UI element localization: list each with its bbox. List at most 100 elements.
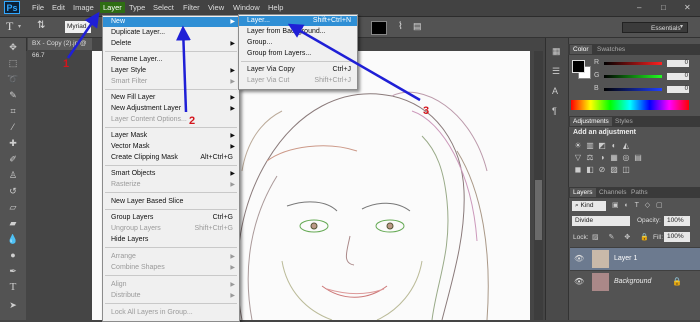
lock-icons[interactable]: ▨ ✎ ✥ 🔒 [592,233,653,241]
tab-color[interactable]: Color [570,45,592,54]
history-brush-tool-icon[interactable]: ↺ [7,186,19,196]
tab-layers[interactable]: Layers [570,188,596,197]
levels-icon[interactable]: ▥ [586,142,594,150]
font-family-field[interactable]: Myriad [65,21,91,33]
menu-image[interactable]: Image [73,3,94,12]
tab-swatches[interactable]: Swatches [594,45,628,54]
menu-item-smart-objects[interactable]: Smart Objects ▶ [103,169,239,179]
channel-mixer-icon[interactable]: ◎ [622,154,630,162]
layer-row-layer-1[interactable]: 👁 Layer 1 [570,247,700,270]
menu-item-rename-layer[interactable]: Rename Layer... [103,55,239,65]
visibility-eye-icon[interactable]: 👁 [574,254,584,263]
menu-item-vector-mask[interactable]: Vector Mask ▶ [103,142,239,152]
red-value-field[interactable]: 0 [667,60,689,67]
gradient-map-icon[interactable]: ▨ [610,166,618,174]
submenu-item-layer-via-copy[interactable]: Layer Via Copy Ctrl+J [239,65,357,75]
warp-text-icon[interactable]: ⌇ [398,21,403,32]
menu-item-delete[interactable]: Delete ▶ [103,39,239,49]
visibility-eye-icon[interactable]: 👁 [574,277,584,286]
tab-channels[interactable]: Channels [596,188,629,197]
character-panel-icon[interactable]: ▤ [413,21,422,32]
menu-item-layer-content-options[interactable]: Layer Content Options... [103,115,239,125]
blur-tool-icon[interactable]: 💧 [7,234,19,244]
layer-row-background[interactable]: 👁 Background 🔒 [570,270,700,293]
submenu-item-group[interactable]: Group... [239,38,357,48]
submenu-item-group-from-layers[interactable]: Group from Layers... [239,49,357,59]
eraser-tool-icon[interactable]: ▱ [7,202,19,212]
blue-slider[interactable] [604,88,662,91]
menu-item-new[interactable]: New ▶ [103,17,239,27]
menu-item-new-fill-layer[interactable]: New Fill Layer ▶ [103,93,239,103]
menu-item-lock-all-layers[interactable]: Lock All Layers in Group... [103,308,239,318]
tab-styles[interactable]: Styles [612,117,636,126]
scrollbar-thumb[interactable] [535,180,542,240]
marquee-tool-icon[interactable]: ⬚ [7,58,19,68]
path-selection-tool-icon[interactable]: ➤ [7,300,19,310]
submenu-item-layer-from-background[interactable]: Layer from Background... [239,27,357,37]
menu-item-ungroup-layers[interactable]: Ungroup Layers Shift+Ctrl+G [103,224,239,234]
paragraph-panel-icon[interactable]: ¶ [552,106,557,116]
opacity-field[interactable]: 100% [664,216,690,226]
close-icon[interactable]: ✕ [684,3,691,12]
layer-filter-kind[interactable]: ⌕ Kind [572,201,606,211]
menu-item-distribute[interactable]: Distribute ▶ [103,291,239,301]
posterize-icon[interactable]: ◧ [586,166,594,174]
menu-item-smart-filter[interactable]: Smart Filter ▶ [103,77,239,87]
invert-icon[interactable]: ◼ [574,166,582,174]
workspace-switcher[interactable]: Essentials [622,22,688,33]
layer-filter-icons[interactable]: ▣ ◐ T ◇ ▢ [612,201,665,209]
red-slider[interactable] [604,62,662,65]
threshold-icon[interactable]: ⊘ [598,166,606,174]
menu-item-combine-shapes[interactable]: Combine Shapes ▶ [103,263,239,273]
menu-item-new-adjustment-layer[interactable]: New Adjustment Layer ▶ [103,104,239,114]
maximize-icon[interactable]: □ [661,3,666,12]
menu-item-layer-mask[interactable]: Layer Mask ▶ [103,131,239,141]
menu-item-align[interactable]: Align ▶ [103,280,239,290]
history-panel-icon[interactable]: ▦ [552,46,561,57]
green-value-field[interactable]: 0 [667,73,689,80]
document-tab[interactable]: BX - Copy (2).jp @ 66.7 [28,38,92,59]
color-balance-icon[interactable]: ⚖ [586,154,594,162]
quick-select-tool-icon[interactable]: ✎ [7,90,19,100]
fill-field[interactable]: 100% [664,232,690,242]
menu-layer[interactable]: Layer [100,2,125,13]
type-tool-icon[interactable]: T [6,19,13,34]
menu-filter[interactable]: Filter [183,3,200,12]
pen-tool-icon[interactable]: ✒ [7,266,19,276]
menu-help[interactable]: Help [268,3,283,12]
tab-adjustments[interactable]: Adjustments [570,117,612,126]
menu-edit[interactable]: Edit [52,3,65,12]
menu-item-hide-layers[interactable]: Hide Layers [103,235,239,245]
menu-item-new-layer-based-slice[interactable]: New Layer Based Slice [103,197,239,207]
submenu-item-layer[interactable]: Layer... Shift+Ctrl+N [239,16,357,26]
submenu-item-layer-via-cut[interactable]: Layer Via Cut Shift+Ctrl+J [239,76,357,86]
menu-type[interactable]: Type [129,3,145,12]
curves-icon[interactable]: ◩ [598,142,606,150]
brightness-icon[interactable]: ☀ [574,142,582,150]
background-layer-name[interactable]: Background [614,278,651,285]
hue-saturation-icon[interactable]: ▽ [574,154,582,162]
menu-item-rasterize[interactable]: Rasterize ▶ [103,180,239,190]
gradient-tool-icon[interactable]: ▰ [7,218,19,228]
menu-window[interactable]: Window [233,3,260,12]
move-tool-icon[interactable]: ✥ [7,42,19,52]
color-lookup-icon[interactable]: ▤ [634,154,642,162]
color-ramp[interactable] [571,100,689,110]
photo-filter-icon[interactable]: ▦ [610,154,618,162]
menu-item-arrange[interactable]: Arrange ▶ [103,252,239,262]
green-slider[interactable] [604,75,662,78]
tool-preset-dropdown-icon[interactable]: ▾ [18,23,21,30]
selective-color-icon[interactable]: ◫ [622,166,630,174]
tab-paths[interactable]: Paths [628,188,651,197]
menu-view[interactable]: View [208,3,224,12]
brush-tool-icon[interactable]: ✐ [7,154,19,164]
healing-brush-tool-icon[interactable]: ✚ [7,138,19,148]
vibrance-icon[interactable]: ◭ [622,142,630,150]
blend-mode-dropdown[interactable]: Divide [572,216,630,226]
properties-panel-icon[interactable]: ☰ [552,66,560,77]
horizontal-type-tool-icon[interactable]: T [7,282,19,293]
dodge-tool-icon[interactable]: ● [7,250,19,260]
character-panel-icon[interactable]: A [552,86,558,96]
black-white-icon[interactable]: ◑ [598,154,606,162]
menu-item-group-layers[interactable]: Group Layers Ctrl+G [103,213,239,223]
